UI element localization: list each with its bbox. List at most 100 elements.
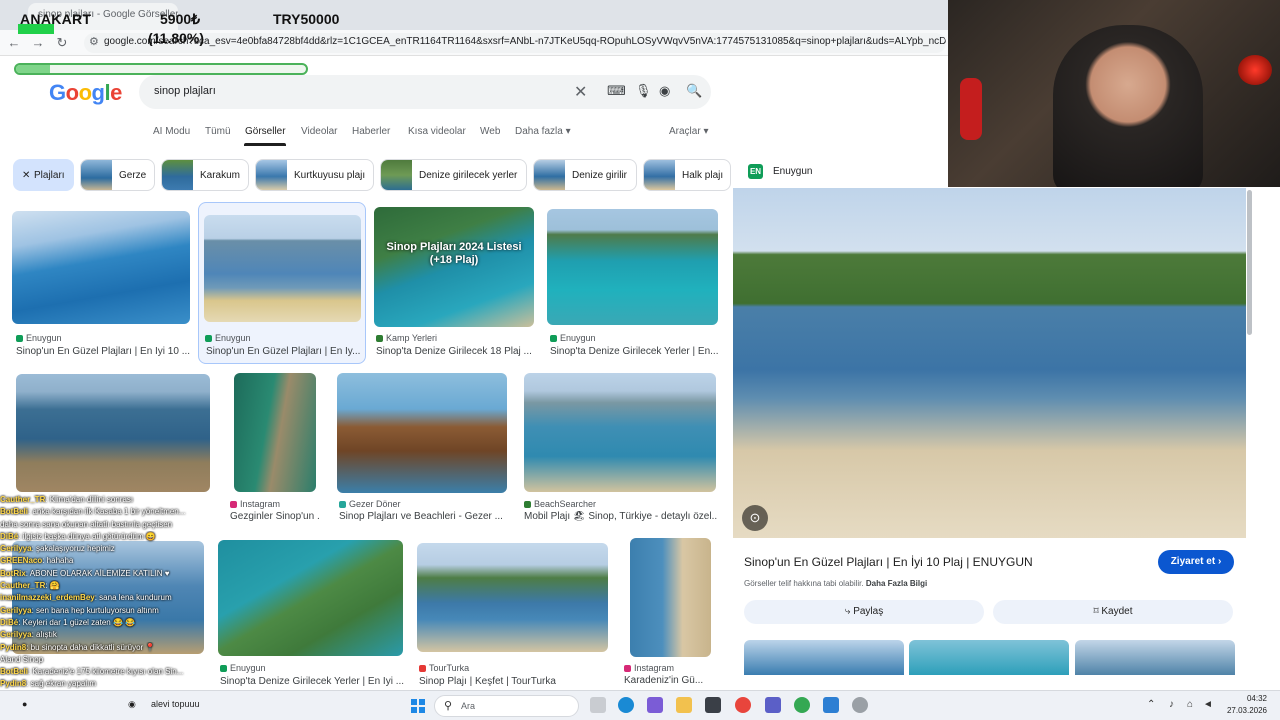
image-result[interactable]: TourTurka Sinop Plajı | Keşfet | TourTur… xyxy=(417,543,609,690)
search-input[interactable]: sinop plajları xyxy=(154,85,216,97)
camera-icon: ● xyxy=(22,699,28,709)
tab-short-videos[interactable]: Kısa videolar xyxy=(408,126,466,137)
related-image[interactable] xyxy=(744,640,904,675)
result-source-name: TourTurka xyxy=(429,663,470,673)
related-image[interactable] xyxy=(909,640,1069,675)
image-result[interactable]: Sinop Plajları 2024 Listesi (+18 Plaj) K… xyxy=(374,207,536,359)
source-favicon-icon xyxy=(16,335,23,342)
preview-title[interactable]: Sinop'un En Güzel Plajları | En İyi 10 P… xyxy=(744,555,1033,569)
lens-icon[interactable]: ◉ xyxy=(659,83,670,99)
result-title[interactable]: Sinop'ta Denize Girilecek Yerler | En... xyxy=(550,346,722,357)
app-icon[interactable] xyxy=(823,697,839,713)
result-title[interactable]: Sinop'un En Güzel Plajları | En İyi 10 .… xyxy=(16,346,196,357)
chip-label: Gerze xyxy=(119,170,147,181)
chat-text: : alıştık xyxy=(31,630,57,640)
chip-plajlari[interactable]: ✕ Plajları xyxy=(13,159,74,191)
save-button[interactable]: ⌑ Kaydet xyxy=(993,600,1233,624)
reload-icon[interactable]: ↻ xyxy=(54,35,70,51)
tab-images[interactable]: Görseller xyxy=(245,126,286,137)
edge-icon[interactable] xyxy=(618,697,634,713)
tab-web[interactable]: Web xyxy=(480,126,500,137)
copilot-icon[interactable] xyxy=(647,697,663,713)
chevron-down-icon: ▾ xyxy=(703,126,709,137)
tray-chevron-icon[interactable]: ⌃ xyxy=(1147,699,1155,710)
image-result[interactable]: Enuygun Sinop'ta Denize Girilecek Yerler… xyxy=(218,540,404,690)
chat-text: : ilgisiz başka dünya atl götürürdüm 😄 xyxy=(18,531,156,541)
result-source-name: Kamp Yerleri xyxy=(386,333,438,343)
chip-gerze[interactable]: Gerze xyxy=(80,159,155,191)
chrome-active-icon[interactable] xyxy=(794,697,810,713)
image-result[interactable]: Enuygun Sinop'un En Güzel Plajları | En … xyxy=(12,211,192,361)
obs-icon[interactable] xyxy=(765,697,781,713)
chrome-icon[interactable] xyxy=(735,697,751,713)
image-result[interactable]: Instagram Gezginler Sinop'un ... xyxy=(230,373,320,523)
image-result[interactable]: BeachSearcher Mobil Plajı 🏖 Sinop, Türki… xyxy=(524,373,718,523)
result-title[interactable]: Karadeniz'in Gü... xyxy=(624,675,714,686)
chip-denize-girilir[interactable]: Denize girilir xyxy=(533,159,637,191)
image-result[interactable]: Gezer Döner Sinop Plajları ve Beachleri … xyxy=(337,373,509,523)
related-image[interactable] xyxy=(1075,640,1235,675)
result-title[interactable]: Sinop'ta Denize Girilecek Yerler | En İy… xyxy=(220,676,406,687)
chat-message: BotRix: ABONE OLARAK AİLEMİZE KATILIN ♥ xyxy=(0,568,212,580)
preview-image[interactable] xyxy=(733,188,1246,538)
image-result-selected[interactable]: Enuygun Sinop'un En Güzel Plajları | En … xyxy=(198,202,366,364)
image-result[interactable] xyxy=(16,374,211,494)
microphone-icon[interactable]: 🎙 xyxy=(635,83,652,99)
back-icon[interactable]: ← xyxy=(6,35,22,50)
clear-icon[interactable]: ✕ xyxy=(574,82,587,102)
image-result[interactable]: Enuygun Sinop'ta Denize Girilecek Yerler… xyxy=(547,209,719,359)
tab-videos[interactable]: Videolar xyxy=(301,126,338,137)
image-result[interactable]: Instagram Karadeniz'in Gü... xyxy=(622,538,712,690)
tools-button[interactable]: Araçlar ▾ xyxy=(669,126,709,137)
chip-kurtkuyusu[interactable]: Kurtkuyusu plajı xyxy=(255,159,374,191)
preview-source[interactable]: EN Enuygun xyxy=(748,164,812,179)
result-title[interactable]: Sinop'un En Güzel Plajları | En İy... xyxy=(206,346,361,357)
keyboard-icon[interactable]: ⌨ xyxy=(607,83,626,99)
clock-date: 27.03.2026 xyxy=(1226,706,1267,715)
share-button[interactable]: ⤷ Paylaş xyxy=(744,600,984,624)
google-logo[interactable]: Google xyxy=(49,80,122,106)
chat-message: BotBeli: anka karşıdan ilk Kasaba 1 bir … xyxy=(0,506,212,518)
chat-text: daha sonra sana okunan altatlı bastırıla… xyxy=(0,519,173,529)
chat-message: DiBé: Keyleri dar 1 güzel zaten 😂 😂 xyxy=(0,617,212,629)
result-thumbnail xyxy=(630,538,711,657)
site-info-icon[interactable]: ⚙ xyxy=(89,35,99,48)
chip-karakum[interactable]: Karakum xyxy=(161,159,249,191)
taskbar-search[interactable]: ⚲ Ara xyxy=(434,695,579,717)
tab-all[interactable]: Tümü xyxy=(205,126,231,137)
tab-news[interactable]: Haberler xyxy=(352,126,390,137)
network-icon[interactable]: ⌂ xyxy=(1187,699,1193,710)
more-info-link[interactable]: Daha Fazla Bilgi xyxy=(866,579,927,588)
settings-icon[interactable] xyxy=(852,697,868,713)
result-thumbnail xyxy=(234,373,316,492)
chat-username: BotRix xyxy=(0,568,26,578)
start-button[interactable] xyxy=(411,699,425,713)
address-bar[interactable]: ⚙ google.com/search?sca_esv=4e0bfa84728b… xyxy=(84,33,946,53)
tab-more[interactable]: Daha fazla ▾ xyxy=(515,126,571,137)
tab-ai-mode[interactable]: AI Modu xyxy=(153,126,190,137)
task-view-icon[interactable] xyxy=(590,697,606,713)
chip-halk-plaji[interactable]: Halk plajı xyxy=(643,159,731,191)
microphone-tray-icon[interactable]: ♪ xyxy=(1169,699,1174,710)
search-icon[interactable]: 🔍 xyxy=(686,83,702,99)
store-icon[interactable] xyxy=(705,697,721,713)
file-explorer-icon[interactable] xyxy=(676,697,692,713)
webcam-streamer xyxy=(1053,25,1203,187)
close-icon[interactable]: ✕ xyxy=(22,170,30,181)
result-title[interactable]: Sinop'ta Denize Girilecek 18 Plaj ... xyxy=(376,346,538,357)
result-title[interactable]: Gezginler Sinop'un ... xyxy=(230,511,320,522)
search-box[interactable]: sinop plajları ✕ ⌨ 🎙 ◉ 🔍 xyxy=(139,75,711,109)
volume-icon[interactable]: ◄ xyxy=(1203,699,1213,710)
visit-button[interactable]: Ziyaret et › xyxy=(1158,550,1234,574)
preview-scrollbar[interactable] xyxy=(1247,190,1252,335)
result-title[interactable]: Sinop Plajları ve Beachleri - Gezer ... xyxy=(339,511,511,522)
lens-search-icon[interactable]: ⊙ xyxy=(742,505,768,531)
stream-chat: Cauther_TR: Klima'dan dillini sonrası Bot… xyxy=(0,494,212,689)
result-title[interactable]: Sinop Plajı | Keşfet | TourTurka xyxy=(419,676,611,687)
chip-denize-girilecek-yerler[interactable]: Denize girilecek yerler xyxy=(380,159,527,191)
forward-icon[interactable]: → xyxy=(30,35,46,50)
chat-message: inanilmazzeki_erdemBey: sana lena kundur… xyxy=(0,592,212,604)
result-title[interactable]: Mobil Plajı 🏖 Sinop, Türkiye - detaylı ö… xyxy=(524,511,718,522)
clock[interactable]: 04:32 27.03.2026 xyxy=(1222,693,1267,717)
result-thumbnail xyxy=(12,211,190,324)
